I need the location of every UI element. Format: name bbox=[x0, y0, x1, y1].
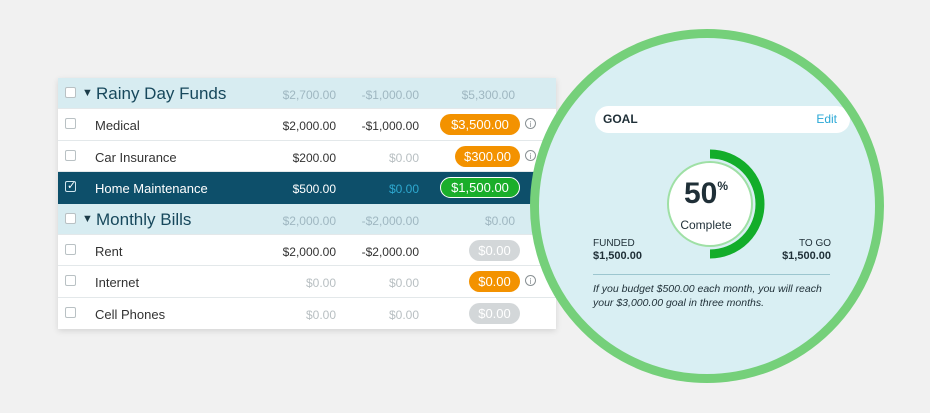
activity-amount: $0.00 bbox=[388, 307, 419, 322]
available-pill[interactable]: $0.00 bbox=[469, 271, 520, 293]
category-group-row[interactable]: ▼ Monthly Bills $2,000.00 -$2,000.00 $0.… bbox=[58, 203, 556, 235]
checkbox-icon[interactable] bbox=[65, 212, 76, 224]
available-pill[interactable]: $300.00 bbox=[455, 145, 520, 167]
budget-table: ▼ Rainy Day Funds $2,700.00 -$1,000.00 $… bbox=[58, 78, 556, 330]
checkmark-icon: ✓ bbox=[67, 180, 77, 193]
category-row-selected[interactable]: ✓ Home Maintenance $500.00 $0.00 $1,500.… bbox=[58, 172, 556, 204]
category-row[interactable]: Car Insurance $200.00 $0.00 $300.00 i bbox=[58, 141, 556, 173]
category-name: Medical bbox=[95, 118, 140, 134]
budgeted-amount[interactable]: $0.00 bbox=[246, 276, 336, 290]
goal-progress-ring: 50% Complete bbox=[658, 144, 770, 264]
checkbox-icon[interactable] bbox=[65, 118, 76, 130]
group-budgeted: $2,700.00 bbox=[282, 88, 336, 102]
category-row[interactable]: Cell Phones $0.00 $0.00 $0.00 bbox=[58, 298, 556, 329]
group-name: Monthly Bills bbox=[96, 209, 192, 229]
funded-label: FUNDED bbox=[593, 238, 635, 249]
group-name: Rainy Day Funds bbox=[96, 84, 227, 103]
group-budgeted: $2,000.00 bbox=[282, 213, 336, 228]
complete-label: Complete bbox=[680, 218, 732, 232]
available-pill[interactable]: $1,500.00 bbox=[440, 177, 520, 199]
goal-header: GOAL Edit bbox=[595, 106, 850, 133]
available-pill[interactable]: $0.00 bbox=[469, 239, 520, 261]
to-go-label: TO GO bbox=[798, 238, 831, 249]
category-name: Rent bbox=[95, 243, 123, 259]
edit-goal-link[interactable]: Edit bbox=[816, 112, 837, 126]
budgeted-amount[interactable]: $500.00 bbox=[246, 182, 336, 196]
category-row[interactable]: Rent $2,000.00 -$2,000.00 $0.00 bbox=[58, 235, 556, 267]
category-row[interactable]: Internet $0.00 $0.00 $0.00 i bbox=[58, 266, 556, 298]
category-row[interactable]: Medical $2,000.00 -$1,000.00 $3,500.00 i bbox=[58, 109, 556, 141]
checkbox-icon[interactable] bbox=[65, 149, 76, 161]
activity-amount: -$1,000.00 bbox=[361, 119, 419, 134]
checkbox-icon[interactable] bbox=[65, 275, 76, 287]
divider bbox=[593, 274, 830, 275]
category-name: Cell Phones bbox=[95, 306, 166, 322]
category-group-row[interactable]: ▼ Rainy Day Funds $2,700.00 -$1,000.00 $… bbox=[58, 78, 556, 110]
budgeted-amount[interactable]: $200.00 bbox=[246, 151, 336, 165]
group-activity: -$1,000.00 bbox=[361, 88, 419, 102]
activity-amount: $0.00 bbox=[388, 150, 419, 165]
activity-amount: -$2,000.00 bbox=[361, 244, 419, 259]
goal-label: GOAL bbox=[603, 112, 638, 126]
percent-sign: % bbox=[717, 179, 729, 193]
budgeted-amount[interactable]: $2,000.00 bbox=[246, 119, 336, 133]
to-go-value: $1,500.00 bbox=[782, 250, 831, 262]
activity-amount: $0.00 bbox=[388, 182, 419, 197]
budgeted-amount[interactable]: $2,000.00 bbox=[246, 245, 336, 259]
checkbox-icon[interactable] bbox=[65, 243, 76, 255]
group-available: $0.00 bbox=[484, 213, 515, 228]
category-name: Car Insurance bbox=[95, 149, 177, 165]
goal-note: If you budget $500.00 each month, you wi… bbox=[593, 283, 822, 309]
category-name: Internet bbox=[95, 275, 140, 291]
goal-magnifier: GOAL Edit 50% Complete FUNDED $1,500.00 … bbox=[530, 29, 884, 383]
percent-complete: 50% bbox=[650, 177, 762, 211]
available-pill[interactable]: $3,500.00 bbox=[440, 114, 520, 136]
info-circle-icon[interactable]: i bbox=[525, 275, 536, 287]
info-circle-icon[interactable]: i bbox=[525, 118, 536, 130]
funded-value: $1,500.00 bbox=[593, 250, 642, 262]
checkbox-icon[interactable]: ✓ bbox=[65, 180, 77, 193]
group-available: $5,300.00 bbox=[461, 88, 515, 102]
caret-down-icon[interactable]: ▼ bbox=[82, 87, 93, 99]
activity-amount: $0.00 bbox=[388, 276, 419, 291]
category-name: Home Maintenance bbox=[95, 181, 208, 197]
group-activity: -$2,000.00 bbox=[361, 213, 419, 228]
checkbox-icon[interactable] bbox=[65, 306, 76, 318]
percent-value: 50 bbox=[683, 177, 718, 210]
caret-down-icon[interactable]: ▼ bbox=[82, 213, 93, 225]
checkbox-icon[interactable] bbox=[65, 87, 76, 98]
info-circle-icon[interactable]: i bbox=[525, 149, 536, 161]
available-pill[interactable]: $0.00 bbox=[469, 302, 520, 324]
budgeted-amount[interactable]: $0.00 bbox=[246, 308, 336, 322]
